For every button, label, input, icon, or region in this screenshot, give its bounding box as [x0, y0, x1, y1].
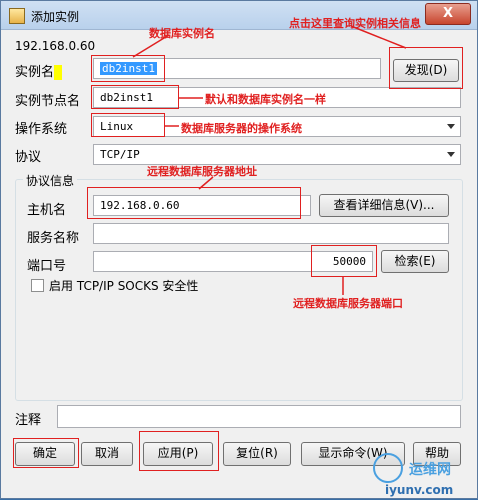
- annotation-port: 远程数据库服务器端口: [293, 297, 403, 310]
- annotation-instance-name: 数据库实例名: [149, 27, 215, 40]
- watermark-url: iyunv.com: [385, 483, 454, 497]
- annotation-lines: [132, 25, 407, 295]
- annotation-os: 数据库服务器的操作系统: [181, 122, 302, 135]
- annotation-discover: 点击这里查询实例相关信息: [289, 17, 421, 30]
- add-instance-dialog: 添加实例 X 192.168.0.60 实例名 db2inst1 发现(D) 实…: [0, 0, 478, 499]
- watermark-logo-icon: [373, 453, 403, 483]
- annotation-node-default: 默认和数据库实例名一样: [205, 93, 326, 106]
- watermark-cn: 运维网: [409, 462, 451, 478]
- annotation-host: 远程数据库服务器地址: [147, 165, 257, 178]
